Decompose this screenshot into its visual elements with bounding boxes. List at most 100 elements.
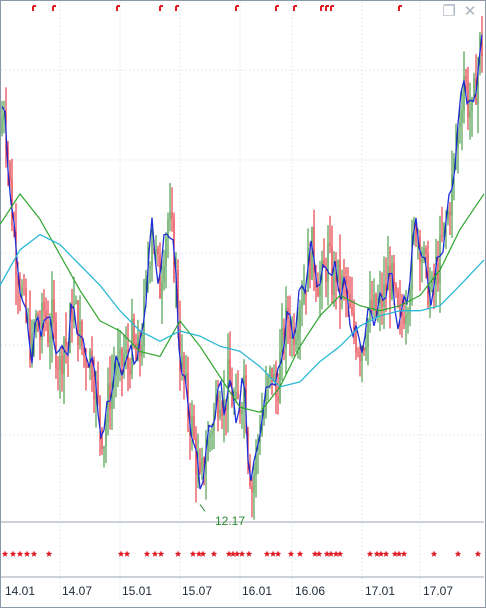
signal-tick: [320, 5, 324, 11]
signal-star: [382, 550, 390, 557]
signal-star: [274, 550, 282, 557]
signal-star: [9, 550, 17, 557]
candle-body: [157, 248, 159, 255]
x-tick-label: 16.06: [295, 584, 325, 598]
candle-body: [415, 227, 417, 242]
candle-body: [403, 317, 405, 325]
candle-body: [439, 235, 441, 284]
x-tick-label: 15.01: [122, 584, 152, 598]
candle-body: [151, 240, 153, 267]
candle-body: [53, 299, 55, 323]
candle-body: [119, 349, 121, 357]
candle-body: [91, 350, 93, 380]
candle-body: [199, 461, 201, 472]
candle-body: [193, 416, 195, 438]
candle-body: [205, 459, 207, 475]
candle-body: [45, 310, 47, 324]
signal-star: [1, 550, 9, 557]
candle-body: [221, 409, 223, 416]
signal-star: [157, 550, 165, 557]
candle-body: [121, 349, 123, 367]
signal-star: [16, 550, 24, 557]
signal-star: [123, 550, 131, 557]
candle-body: [363, 348, 365, 351]
candle-body: [395, 284, 397, 292]
candle-body: [461, 110, 463, 123]
signal-star: [400, 550, 408, 557]
candle-body: [209, 434, 211, 438]
candle-body: [49, 336, 51, 344]
candle-body: [65, 338, 67, 346]
candle-body: [281, 327, 283, 353]
candle-body: [351, 307, 353, 313]
candle-body: [469, 111, 471, 118]
candle-body: [465, 76, 467, 82]
signal-star: [263, 550, 271, 557]
signal-star: [30, 550, 38, 557]
candle-body: [155, 248, 157, 253]
candle-body: [219, 409, 221, 418]
candle-body: [81, 320, 83, 347]
x-tick-label: 14.07: [62, 584, 92, 598]
signal-tick: [293, 5, 297, 11]
candle-body: [211, 431, 213, 435]
candle-body: [471, 97, 473, 112]
signal-star: [151, 550, 159, 557]
candle-body: [317, 287, 319, 297]
signal-tick: [52, 5, 56, 11]
candle-body: [125, 350, 127, 354]
signal-tick: [398, 5, 402, 11]
low-price-label: 12.17: [215, 514, 245, 528]
candle-body: [449, 211, 451, 216]
candle-body: [279, 352, 281, 402]
signal-star: [366, 550, 374, 557]
signal-tick: [175, 5, 179, 11]
candle-body: [165, 239, 167, 267]
candle-body: [459, 122, 461, 128]
x-tick-label: 14.01: [5, 584, 35, 598]
signal-star: [45, 550, 53, 557]
candle-body: [329, 243, 331, 247]
candle-body: [237, 391, 239, 399]
candle-body: [93, 379, 95, 400]
x-tick-label: 17.07: [423, 584, 453, 598]
candle-body: [297, 330, 299, 340]
candle-body: [163, 266, 165, 283]
signal-star: [430, 550, 438, 557]
candle-body: [253, 475, 255, 493]
candle-body: [267, 376, 269, 387]
x-tick-label: 17.01: [365, 584, 395, 598]
candle-body: [101, 428, 103, 450]
candle-body: [43, 302, 45, 311]
candle-body: [421, 258, 423, 263]
signal-tick: [159, 5, 163, 11]
candle-body: [367, 320, 369, 348]
candle-body: [301, 302, 303, 307]
candle-body: [195, 437, 197, 475]
candle-body: [71, 310, 73, 322]
candle-body: [97, 381, 99, 398]
signal-tick: [235, 5, 239, 11]
candle-body: [409, 289, 411, 314]
candle-body: [161, 282, 163, 298]
signal-star: [23, 550, 31, 557]
candle-body: [299, 306, 301, 331]
signal-star: [474, 550, 482, 557]
candle-body: [191, 416, 193, 435]
candle-body: [389, 265, 391, 299]
signal-star: [210, 550, 218, 557]
candle-body: [243, 375, 245, 410]
candle-body: [105, 422, 107, 447]
candle-body: [61, 355, 63, 374]
signal-tick: [32, 5, 36, 11]
candle-body: [1, 118, 3, 133]
candle-body: [9, 162, 11, 180]
candle-body: [183, 355, 185, 378]
signal-star: [174, 550, 182, 557]
chart: 12.17 14.01 14.07 15.01 15.07 16.01 16.06 17.01…: [0, 2, 485, 602]
candle-body: [241, 409, 243, 414]
signal-star: [296, 550, 304, 557]
candle-body: [327, 243, 329, 282]
candle-body: [397, 291, 399, 305]
candle-body: [129, 369, 131, 375]
